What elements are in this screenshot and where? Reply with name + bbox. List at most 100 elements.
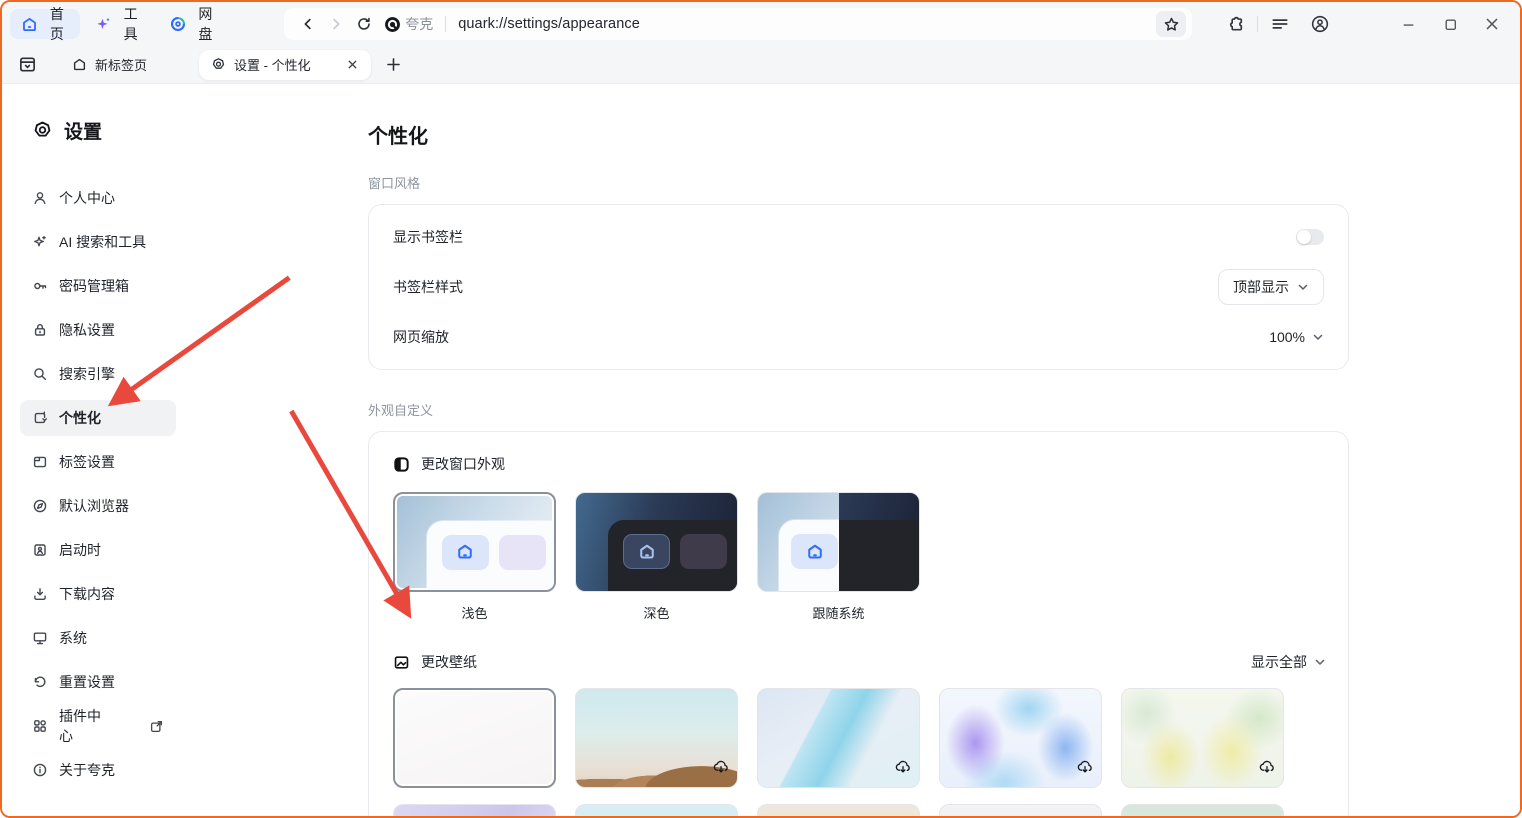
theme-dark-thumbnail[interactable] [575,492,738,592]
wallpaper-yellow-petals[interactable] [1121,688,1284,788]
info-icon [32,762,48,778]
sidebar-item-privacy[interactable]: 隐私设置 [20,312,176,348]
compass-icon [32,498,48,514]
address-bar[interactable]: 夸克 quark://settings/appearance [284,8,1192,40]
tab-settings-personalization[interactable]: 设置 - 个性化 [199,50,371,80]
profile-icon[interactable] [1310,14,1330,34]
sidebar-item-label: 下载内容 [59,584,115,604]
sidebar-item-label: 个人中心 [59,188,115,208]
tab-close-icon[interactable] [346,58,359,71]
bookmark-star-button[interactable] [1156,11,1186,37]
personalize-icon [32,410,48,426]
cloud-download-icon [1076,758,1094,781]
grid-icon [32,718,48,734]
tools-button[interactable]: 工具 [84,9,154,39]
sidebar-item-search-engine[interactable]: 搜索引擎 [20,356,176,392]
sidebar-item-reset[interactable]: 重置设置 [20,664,176,700]
startup-icon [32,542,48,558]
sidebar-item-personalization[interactable]: 个性化 [20,400,176,436]
section-label-window-style: 窗口风格 [368,173,1520,192]
theme-option-dark[interactable]: 深色 [575,492,738,622]
wallpaper-row-2 [393,804,1324,818]
sidebar-item-downloads[interactable]: 下载内容 [20,576,176,612]
settings-main: 个性化 窗口风格 显示书签栏 书签栏样式 顶部显示 [368,84,1520,818]
theme-system-thumbnail[interactable] [757,492,920,592]
maximize-button[interactable] [1436,10,1464,38]
refresh-button[interactable] [350,10,378,38]
bookmarks-bar-toggle[interactable] [1296,229,1324,245]
sidebar-item-label: 系统 [59,628,87,648]
window-style-card: 显示书签栏 书签栏样式 顶部显示 网页缩放 100% [368,204,1349,370]
sidebar-item-passwords[interactable]: 密码管理箱 [20,268,176,304]
setting-row-bookmarks-style: 书签栏样式 顶部显示 [393,262,1324,312]
wallpaper-lavender[interactable] [393,804,556,818]
home-outline-icon [72,57,87,72]
wallpaper-desert[interactable] [575,688,738,788]
setting-row-bookmarks-bar: 显示书签栏 [393,212,1324,262]
show-all-dropdown[interactable]: 显示全部 [1251,652,1326,672]
quark-logo-icon [384,16,401,33]
sidebar-item-startup[interactable]: 启动时 [20,532,176,568]
sidebar-title: 设置 [32,116,368,144]
wallpaper-header: 更改壁纸 显示全部 [393,652,1326,672]
wallpaper-red-floral[interactable] [939,804,1102,818]
window-appearance-header: 更改窗口外观 [393,454,1324,474]
wallpaper-light-cyan[interactable] [575,804,738,818]
tab-manager-icon[interactable] [14,52,40,78]
sidebar-item-label: 搜索引擎 [59,364,115,384]
sidebar-item-ai-tools[interactable]: AI 搜索和工具 [20,224,176,260]
bookmarks-style-dropdown[interactable]: 顶部显示 [1218,269,1324,305]
menu-lines-icon[interactable] [1270,14,1290,34]
wallpaper-blue-ribbon[interactable] [757,688,920,788]
theme-option-system[interactable]: 跟随系统 [757,492,920,622]
sparkle-icon [95,16,112,33]
toolbar-right [1206,10,1506,38]
theme-icon [393,456,410,473]
tab-new-tab-page[interactable]: 新标签页 [58,55,161,74]
download-icon [32,586,48,602]
sidebar-item-default-browser[interactable]: 默认浏览器 [20,488,176,524]
sidebar-item-account[interactable]: 个人中心 [20,180,176,216]
tab-bar: 新标签页 设置 - 个性化 [2,46,1520,84]
wallpaper-beige-floral[interactable] [757,804,920,818]
url-text[interactable]: quark://settings/appearance [458,16,640,32]
cloud-download-icon [894,758,912,781]
extensions-icon[interactable] [1226,15,1245,34]
gear-icon [32,120,53,141]
wallpaper-pale-green[interactable] [1121,804,1284,818]
sidebar-item-system[interactable]: 系统 [20,620,176,656]
sidebar-item-label: 隐私设置 [59,320,115,340]
theme-label: 浅色 [393,603,556,622]
monitor-icon [32,630,48,646]
tab-icon [32,454,48,470]
sidebar-item-plugin-center[interactable]: 插件中心 [20,708,176,744]
setting-row-page-zoom: 网页缩放 100% [393,312,1324,362]
reset-icon [32,674,48,690]
theme-option-light[interactable]: 浅色 [393,492,556,622]
appearance-card: 更改窗口外观 浅色 [368,431,1349,818]
section-label-appearance: 外观自定义 [368,400,1520,419]
minimize-button[interactable] [1394,10,1422,38]
wallpaper-purple-blue[interactable] [939,688,1102,788]
theme-light-thumbnail[interactable] [393,492,556,592]
sidebar-item-label: 关于夸克 [59,760,115,780]
tools-button-label: 工具 [119,4,143,44]
key-icon [32,278,48,294]
theme-label: 跟随系统 [757,603,920,622]
home-button[interactable]: 首页 [10,9,80,39]
wallpaper-blank-white[interactable] [393,688,556,788]
drive-button[interactable]: 网盘 [158,9,229,39]
sidebar-item-tab-settings[interactable]: 标签设置 [20,444,176,480]
close-window-button[interactable] [1478,10,1506,38]
page-zoom-dropdown[interactable]: 100% [1269,329,1324,345]
window-appearance-label: 更改窗口外观 [421,454,505,474]
sidebar-item-label: 个性化 [59,408,101,428]
new-tab-button[interactable] [385,56,402,73]
forward-button[interactable] [322,10,350,38]
sidebar-item-about[interactable]: 关于夸克 [20,752,176,788]
sparkle-icon [32,234,48,250]
page-body: 设置 个人中心 AI 搜索和工具 [2,84,1520,818]
back-button[interactable] [294,10,322,38]
sidebar-item-label: 标签设置 [59,452,115,472]
dropdown-value: 100% [1269,329,1305,345]
